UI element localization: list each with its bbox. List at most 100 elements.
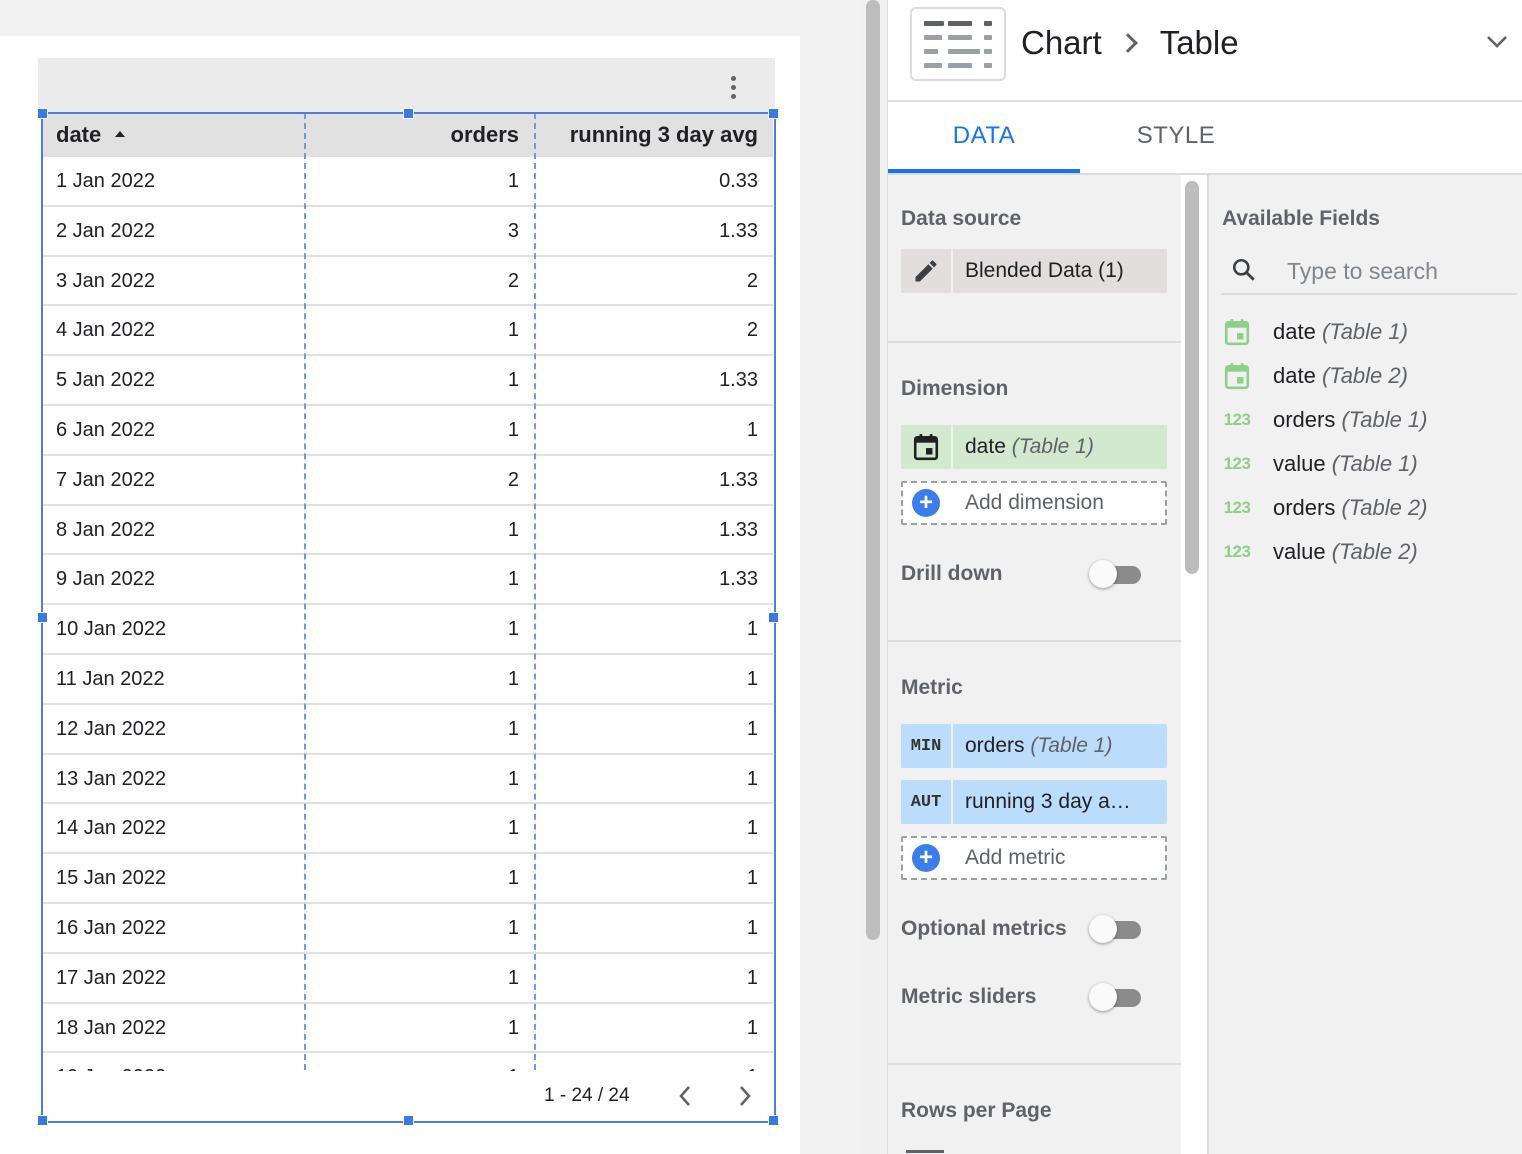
cell-date: 12 Jan 2022 [56,717,167,740]
search-icon [1232,258,1255,281]
table-row[interactable]: 18 Jan 2022 1 1 [42,1004,773,1054]
table-row[interactable]: 16 Jan 2022 1 1 [42,904,773,954]
field-value-4[interactable]: 123 value (Table 1) [1219,444,1515,484]
table-row[interactable]: 13 Jan 2022 1 1 [42,755,773,805]
resize-handle[interactable] [37,1115,48,1126]
chevron-right-icon[interactable] [735,1084,755,1108]
resize-handle[interactable] [768,1115,779,1126]
table-header-row: date orders running 3 day avg [42,113,773,157]
rows-per-page-input[interactable] [906,1150,944,1153]
table-row[interactable]: 12 Jan 2022 1 1 [42,705,773,755]
column-header-orders[interactable]: orders [305,113,519,157]
field-orders-3[interactable]: 123 orders (Table 1) [1219,400,1515,440]
cell-running-avg: 1 [537,1053,758,1071]
field-name: date [1273,319,1316,344]
chevron-left-icon[interactable] [675,1084,695,1108]
cell-orders: 1 [507,966,519,989]
field-date-2[interactable]: date (Table 2) [1219,356,1515,396]
cell-orders: 3 [507,219,519,242]
resize-handle[interactable] [37,612,48,623]
field-source: (Table 2) [1331,539,1418,564]
tab-style[interactable]: STYLE [1080,102,1272,173]
resize-handle[interactable] [403,1115,414,1126]
cell-orders: 1 [507,667,519,690]
breadcrumb: Chart Table [1021,24,1239,62]
cell-running-avg: 1 [746,916,758,939]
canvas-scrollbar[interactable] [866,0,880,940]
column-header-running-avg[interactable]: running 3 day avg [537,113,758,157]
setup-scrollbar[interactable] [1185,181,1199,574]
table-row[interactable]: 6 Jan 2022 1 1 [42,406,773,456]
column-header-date[interactable]: date [56,113,126,157]
drill-down-toggle[interactable] [1089,559,1143,589]
number-type-icon: 123 [1223,454,1251,473]
breadcrumb-chart[interactable]: Chart [1021,24,1102,62]
cell-running-avg: 1 [746,418,758,441]
table-row[interactable]: 8 Jan 2022 1 1.33 [42,506,773,556]
tab-data[interactable]: DATA [888,102,1080,173]
cell-orders: 2 [507,269,519,292]
field-orders-5[interactable]: 123 orders (Table 2) [1219,488,1515,528]
cell-running-avg: 1 [746,867,758,890]
aggregation-badge[interactable]: AUT [901,780,953,824]
table-row[interactable]: 9 Jan 2022 1 1.33 [42,555,773,606]
table-row[interactable]: 11 Jan 2022 1 1 [42,655,773,705]
add-icon: + [912,489,940,517]
table-row[interactable]: 5 Jan 2022 1 1.33 [42,356,773,406]
field-date-1[interactable]: date (Table 1) [1219,312,1515,352]
metric-sliders-toggle[interactable] [1089,982,1143,1012]
resize-handle[interactable] [403,108,414,119]
cell-date: 5 Jan 2022 [56,369,155,392]
table-row[interactable]: 4 Jan 2022 1 2 [42,306,773,357]
data-source-name: Blended Data (1) [965,259,1124,282]
table-chart-icon[interactable] [910,7,1006,81]
field-source: (Table 2) [1321,363,1408,388]
table-row[interactable]: 2 Jan 2022 3 1.33 [42,207,773,257]
chevron-right-icon [1117,33,1138,53]
more-vert-icon[interactable] [724,72,742,102]
table-row[interactable]: 7 Jan 2022 2 1.33 [42,456,773,506]
table-row[interactable]: 19 Jan 2022 11 [42,1053,773,1071]
cell-date: 15 Jan 2022 [56,867,167,890]
table-row[interactable]: 14 Jan 2022 1 1 [42,804,773,855]
table-row[interactable]: 1 Jan 2022 1 0.33 [42,157,773,207]
cell-orders: 1 [305,1053,519,1071]
calendar-icon [1219,316,1255,348]
cell-date: 11 Jan 2022 [56,667,165,690]
number-type-icon: 123 [1223,410,1251,429]
cell-orders: 1 [507,369,519,392]
cell-date: 17 Jan 2022 [56,966,167,989]
aggregation-badge[interactable]: MIN [901,724,953,768]
field-value-6[interactable]: 123 value (Table 2) [1219,532,1515,572]
number-type-icon: 123 [1223,498,1251,517]
table-pagination: 1 - 24 / 24 [42,1071,773,1120]
table-chart[interactable]: date orders running 3 day avg 1 Jan 2022… [42,113,773,1120]
table-row[interactable]: 3 Jan 2022 2 2 [42,257,773,307]
resize-handle[interactable] [768,612,779,623]
cell-orders: 1 [507,916,519,939]
available-fields-title: Available Fields [1222,207,1380,230]
resize-handle[interactable] [37,108,48,119]
table-row[interactable]: 17 Jan 2022 1 1 [42,954,773,1004]
resize-handle[interactable] [768,108,779,119]
divider [888,640,1181,642]
add-dimension-button[interactable]: + Add dimension [901,481,1167,525]
cell-orders: 1 [507,767,519,790]
cell-running-avg: 2 [746,269,758,292]
search-input[interactable] [1285,255,1509,287]
column-divider [304,113,306,1120]
sort-ascending-icon [115,131,126,138]
add-metric-button[interactable]: + Add metric [901,836,1167,880]
table-row[interactable]: 15 Jan 2022 1 1 [42,854,773,904]
metric-chip-orders[interactable]: MIN orders (Table 1) [901,724,1167,768]
data-source-chip[interactable]: Blended Data (1) [901,249,1167,293]
chevron-down-icon[interactable] [1486,30,1508,52]
metric-chip-running-avg[interactable]: AUT running 3 day a… [901,780,1167,824]
pencil-icon[interactable] [901,249,953,293]
dimension-chip-date[interactable]: date (Table 1) [901,425,1167,469]
field-search [1221,247,1517,295]
cell-date: 8 Jan 2022 [56,518,155,541]
table-row[interactable]: 10 Jan 2022 1 1 [42,605,773,655]
optional-metrics-toggle[interactable] [1089,914,1143,944]
cell-date: 4 Jan 2022 [56,319,155,342]
